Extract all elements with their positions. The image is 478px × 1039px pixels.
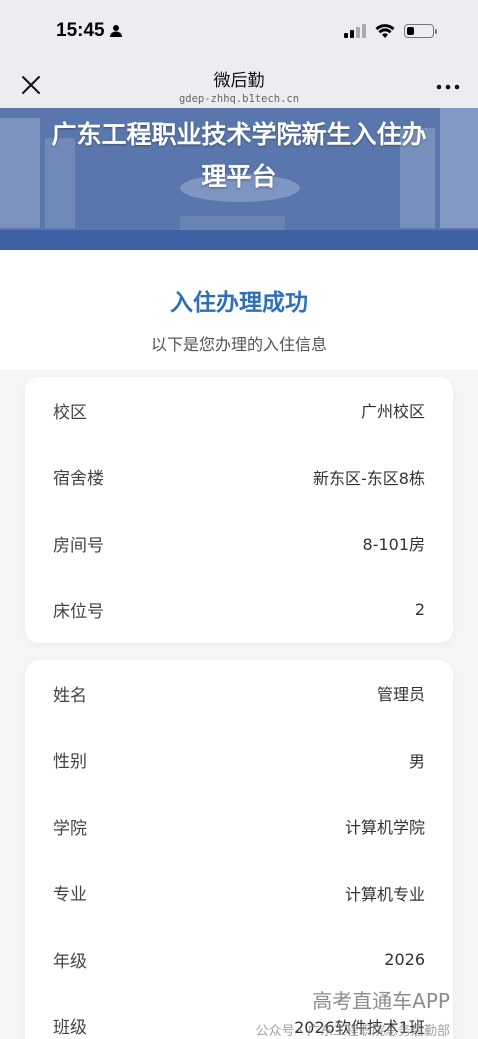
row-value: 计算机专业 <box>344 884 425 904</box>
status-time: 15:45 <box>56 20 123 42</box>
row-label: 专业 <box>53 885 87 906</box>
info-row-name: 姓名 管理员 <box>25 660 453 727</box>
row-value: 2026软件技术1班 <box>294 1017 425 1037</box>
cellular-signal-icon <box>344 24 366 38</box>
info-row-grade: 年级 2026 <box>25 926 453 993</box>
row-value: 2026 <box>384 949 425 969</box>
row-value: 管理员 <box>376 685 425 705</box>
room-info-card: 校区 广州校区 宿舍楼 新东区-东区8栋 房间号 8-101房 床位号 2 <box>25 377 453 643</box>
battery-icon <box>404 24 437 38</box>
result-header: 入住办理成功 以下是您办理的入住信息 <box>0 250 478 370</box>
info-row-room: 房间号 8-101房 <box>25 510 453 577</box>
info-row-campus: 校区 广州校区 <box>25 377 453 444</box>
info-row-building: 宿舍楼 新东区-东区8栋 <box>25 444 453 511</box>
nav-title: 微后勤 <box>213 71 265 90</box>
row-value: 男 <box>408 751 425 771</box>
nav-bar: 微后勤 gdep-zhhq.b1tech.cn <box>0 62 478 108</box>
more-icon[interactable] <box>436 72 460 96</box>
status-icons <box>344 23 437 39</box>
row-value: 广州校区 <box>360 402 425 422</box>
row-label: 学院 <box>53 818 87 839</box>
row-label: 房间号 <box>53 535 104 556</box>
person-icon <box>109 25 122 37</box>
status-bar: 15:45 <box>0 0 478 62</box>
row-label: 床位号 <box>53 602 104 623</box>
row-label: 宿舍楼 <box>53 469 104 490</box>
info-row-college: 学院 计算机学院 <box>25 793 453 860</box>
row-value: 2 <box>414 600 425 620</box>
row-label: 性别 <box>53 752 87 773</box>
success-subtitle: 以下是您办理的入住信息 <box>150 335 327 354</box>
info-row-class: 班级 2026软件技术1班 <box>25 993 453 1039</box>
nav-url: gdep-zhhq.b1tech.cn <box>178 93 300 105</box>
info-row-major: 专业 计算机专业 <box>25 860 453 927</box>
row-value: 新东区-东区8栋 <box>313 468 425 488</box>
row-label: 班级 <box>53 1018 87 1039</box>
info-row-gender: 性别 男 <box>25 727 453 794</box>
row-label: 校区 <box>53 402 87 423</box>
student-info-card: 姓名 管理员 性别 男 学院 计算机学院 专业 计算机专业 年级 2026 班级… <box>25 660 453 1039</box>
clock-text: 15:45 <box>56 20 105 41</box>
row-label: 姓名 <box>53 685 87 706</box>
banner: 广东工程职业技术学院新生入住办理平台 <box>0 108 478 250</box>
wifi-icon <box>375 23 395 38</box>
row-label: 年级 <box>53 951 87 972</box>
main-content: 入住办理成功 以下是您办理的入住信息 校区 广州校区 宿舍楼 新东区-东区8栋 … <box>0 250 478 1039</box>
row-value: 8-101房 <box>362 535 426 555</box>
success-title: 入住办理成功 <box>170 290 308 316</box>
info-row-bed: 床位号 2 <box>25 577 453 644</box>
row-value: 计算机学院 <box>344 818 425 838</box>
nav-title-group: 微后勤 gdep-zhhq.b1tech.cn <box>0 66 478 105</box>
banner-title: 广东工程职业技术学院新生入住办理平台 <box>51 120 427 191</box>
